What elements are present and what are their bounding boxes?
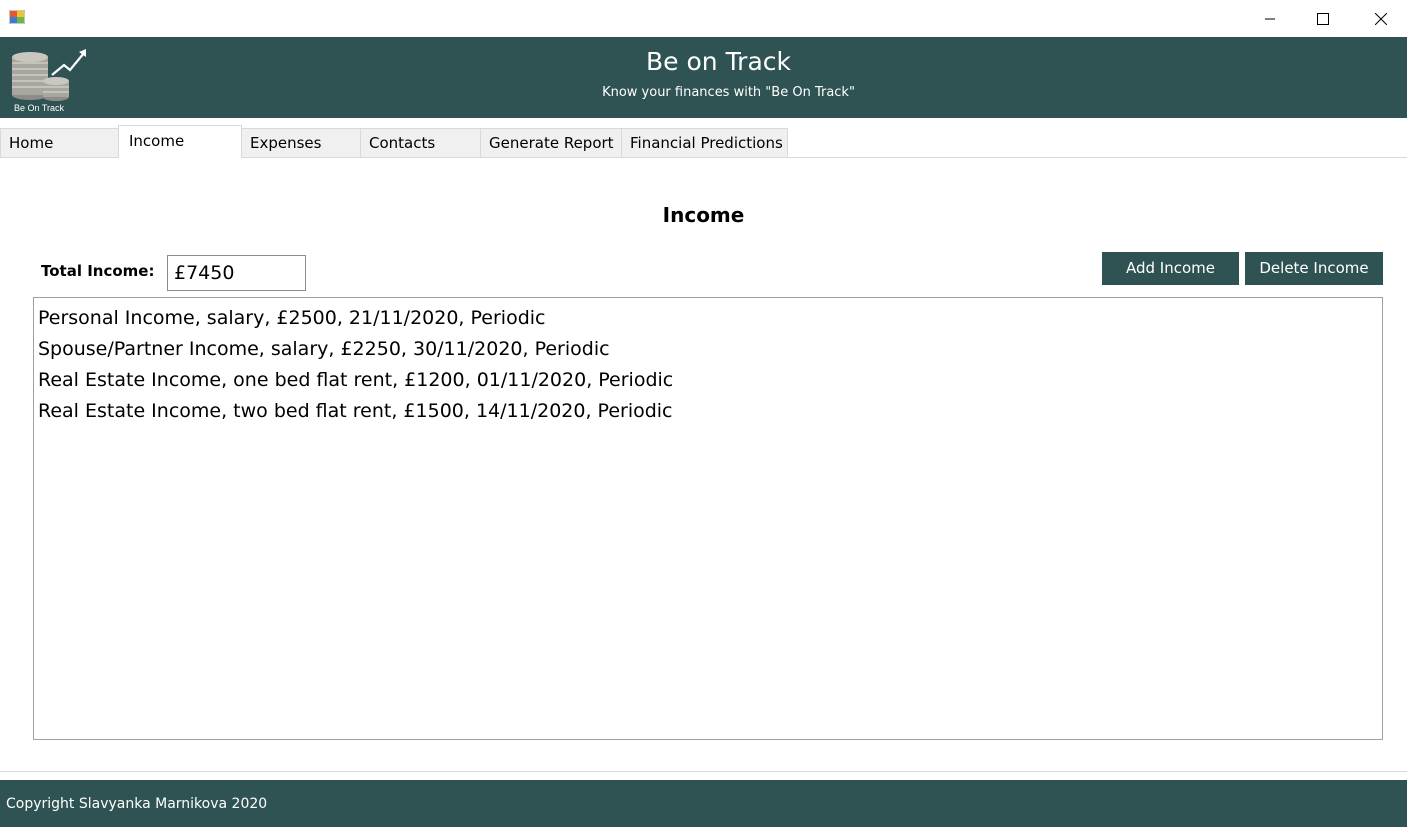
minimize-button[interactable] xyxy=(1247,0,1293,37)
close-icon xyxy=(1375,12,1387,25)
list-item[interactable]: Real Estate Income, two bed flat rent, £… xyxy=(38,396,1378,427)
close-button[interactable] xyxy=(1358,0,1404,37)
tab-income[interactable]: Income xyxy=(118,125,242,158)
list-item[interactable]: Real Estate Income, one bed flat rent, £… xyxy=(38,365,1378,396)
delete-income-button[interactable]: Delete Income xyxy=(1245,252,1383,285)
tab-home[interactable]: Home xyxy=(0,128,119,158)
tab-contacts[interactable]: Contacts xyxy=(360,128,481,158)
maximize-icon xyxy=(1317,12,1329,25)
page-title: Income xyxy=(662,203,745,227)
income-list[interactable]: Personal Income, salary, £2500, 21/11/20… xyxy=(33,297,1383,740)
add-income-button[interactable]: Add Income xyxy=(1102,252,1239,285)
tab-strip: Home Income Expenses Contacts Generate R… xyxy=(0,125,1407,158)
logo-text: Be On Track xyxy=(13,103,65,113)
app-subtitle: Know your finances with "Be On Track" xyxy=(602,85,855,100)
maximize-button[interactable] xyxy=(1300,0,1346,37)
list-item[interactable]: Spouse/Partner Income, salary, £2250, 30… xyxy=(38,334,1378,365)
app-footer: Copyright Slavyanka Marnikova 2020 xyxy=(0,780,1407,827)
footer-divider xyxy=(0,771,1407,772)
minimize-icon xyxy=(1265,18,1275,19)
total-income-field[interactable]: £7450 xyxy=(167,255,306,291)
tab-financial-predictions[interactable]: Financial Predictions xyxy=(621,128,788,158)
app-icon xyxy=(9,10,25,24)
app-header: Be On Track Be on Track Know your financ… xyxy=(0,37,1407,118)
copyright-text: Copyright Slavyanka Marnikova 2020 xyxy=(6,796,268,812)
tab-generate-report[interactable]: Generate Report xyxy=(480,128,622,158)
list-item[interactable]: Personal Income, salary, £2500, 21/11/20… xyxy=(38,303,1378,334)
tab-expenses[interactable]: Expenses xyxy=(241,128,361,158)
total-income-label: Total Income: xyxy=(41,262,155,280)
app-title: Be on Track xyxy=(646,47,791,76)
window-titlebar xyxy=(0,0,1407,37)
